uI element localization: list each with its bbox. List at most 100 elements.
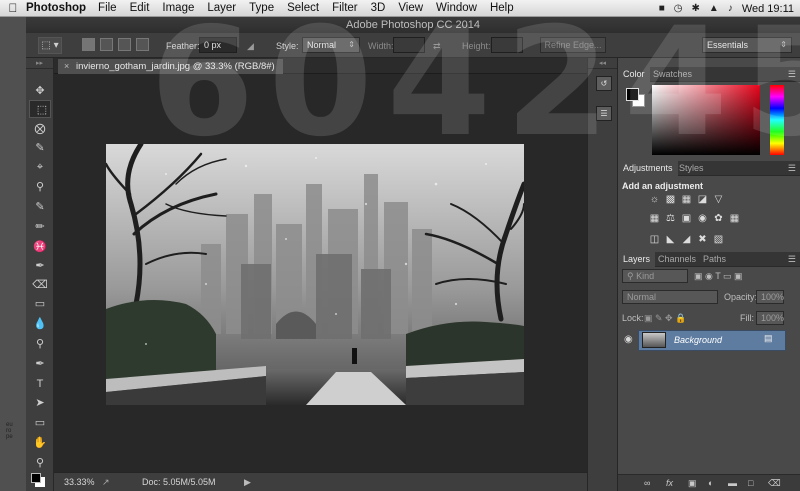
- exposure-icon[interactable]: ◪: [696, 194, 709, 206]
- history-panel-icon[interactable]: ↺: [596, 76, 612, 91]
- menu-type[interactable]: Type: [249, 2, 274, 14]
- tab-swatches[interactable]: Swatches: [648, 67, 697, 82]
- new-adjustment-icon[interactable]: ◐: [708, 478, 713, 488]
- clone-stamp-tool-icon[interactable]: ♓: [29, 238, 51, 256]
- fill-field[interactable]: 100%: [756, 311, 784, 325]
- layer-row[interactable]: ◉ Background ▤: [618, 330, 800, 351]
- chevron-right-icon[interactable]: ▶: [244, 477, 251, 488]
- eye-icon[interactable]: ◉: [624, 334, 633, 345]
- layer-filter-select[interactable]: ⚲ Kind: [622, 269, 688, 283]
- black-white-icon[interactable]: ▣: [680, 213, 693, 225]
- menu-help[interactable]: Help: [490, 2, 514, 14]
- panel-grip[interactable]: ◂◂: [588, 58, 617, 69]
- menu-edit[interactable]: Edit: [130, 2, 150, 14]
- tab-adjustments[interactable]: Adjustments: [618, 161, 678, 176]
- channel-mixer-icon[interactable]: ✿: [712, 213, 725, 225]
- color-spectrum[interactable]: [652, 85, 760, 155]
- volume-icon[interactable]: ♪: [728, 3, 733, 14]
- levels-icon[interactable]: ▩: [664, 194, 677, 206]
- quick-select-tool-icon[interactable]: ✎: [29, 139, 51, 157]
- zoom-tool-icon[interactable]: ⚲: [29, 454, 51, 472]
- eraser-tool-icon[interactable]: ⌫: [29, 276, 51, 294]
- refine-edge-button[interactable]: Refine Edge...: [540, 37, 606, 53]
- layer-mask-icon[interactable]: ▣: [688, 478, 697, 489]
- threshold-icon[interactable]: ◢: [680, 234, 693, 246]
- lock-icons[interactable]: ▣ ✎ ✥ 🔒: [644, 310, 686, 326]
- color-lookup-icon[interactable]: ▦: [728, 213, 741, 225]
- tab-channels[interactable]: Channels: [653, 252, 701, 267]
- hand-tool-icon[interactable]: ✋: [29, 434, 51, 452]
- swap-icon[interactable]: ⇄: [433, 41, 441, 52]
- zoom-level[interactable]: 33.33%: [64, 477, 95, 487]
- menu-image[interactable]: Image: [162, 2, 194, 14]
- canvas-area[interactable]: [54, 74, 587, 472]
- properties-panel-icon[interactable]: ☰: [596, 106, 612, 121]
- blend-mode-select[interactable]: Normal: [622, 290, 718, 304]
- lasso-tool-icon[interactable]: ⨂: [29, 120, 51, 138]
- document-image[interactable]: [106, 144, 524, 405]
- rectangle-tool-icon[interactable]: ▭: [29, 414, 51, 432]
- feather-field[interactable]: 0 px: [199, 37, 237, 53]
- subtract-selection-icon[interactable]: [118, 38, 131, 51]
- document-tab[interactable]: × invierno_gotham_jardin.jpg @ 33.3% (RG…: [58, 59, 283, 74]
- workspace-select[interactable]: Essentials ⇕: [702, 37, 792, 53]
- new-layer-icon[interactable]: □: [748, 478, 753, 488]
- delete-layer-icon[interactable]: ⌫: [768, 478, 781, 489]
- panel-menu-icon[interactable]: ☰: [788, 161, 796, 175]
- crop-tool-icon[interactable]: ⌖: [29, 158, 51, 176]
- invert-icon[interactable]: ◫: [648, 234, 661, 246]
- menu-filter[interactable]: Filter: [332, 2, 358, 14]
- menu-3d[interactable]: 3D: [371, 2, 386, 14]
- tab-styles[interactable]: Styles: [674, 161, 709, 176]
- vibrance-icon[interactable]: ▽: [712, 194, 725, 206]
- photo-filter-icon[interactable]: ◉: [696, 213, 709, 225]
- menu-window[interactable]: Window: [436, 2, 477, 14]
- menu-file[interactable]: File: [98, 2, 117, 14]
- new-selection-icon[interactable]: [82, 38, 95, 51]
- panel-menu-icon[interactable]: ☰: [788, 252, 796, 266]
- pen-tool-icon[interactable]: ✒: [29, 355, 51, 373]
- link-layers-icon[interactable]: ∞: [644, 478, 650, 488]
- tab-color[interactable]: Color: [618, 67, 650, 82]
- brush-tool-icon[interactable]: ✏: [29, 218, 51, 236]
- eyedropper-tool-icon[interactable]: ⚲: [29, 178, 51, 196]
- time-machine-icon[interactable]: ◷: [674, 3, 683, 14]
- add-selection-icon[interactable]: [100, 38, 113, 51]
- layer-name[interactable]: Background: [674, 335, 722, 345]
- menu-layer[interactable]: Layer: [207, 2, 236, 14]
- type-tool-icon[interactable]: T: [29, 375, 51, 393]
- layer-style-icon[interactable]: fx: [666, 478, 673, 488]
- apple-icon[interactable]: : [0, 1, 26, 15]
- marquee-tool-icon[interactable]: ⬚: [29, 100, 51, 118]
- menu-clock[interactable]: Wed 19:11: [742, 3, 794, 15]
- dodge-tool-icon[interactable]: ⚲: [29, 335, 51, 353]
- tab-layers[interactable]: Layers: [618, 252, 656, 267]
- color-balance-icon[interactable]: ⚖: [664, 213, 677, 225]
- wifi-icon[interactable]: ▲: [709, 3, 719, 14]
- gradient-map-icon[interactable]: ▧: [712, 234, 725, 246]
- marquee-preset-icon[interactable]: ⬚ ▾: [38, 37, 62, 54]
- hue-saturation-icon[interactable]: ▦: [648, 213, 661, 225]
- posterize-icon[interactable]: ◣: [664, 234, 677, 246]
- layer-filter-icons[interactable]: ▣ ◉ T ▭ ▣: [694, 268, 743, 284]
- folder-icon[interactable]: ■: [659, 3, 665, 14]
- gradient-tool-icon[interactable]: ▭: [29, 295, 51, 313]
- height-field[interactable]: [491, 37, 523, 53]
- width-field[interactable]: [393, 37, 425, 53]
- blur-tool-icon[interactable]: 💧: [29, 315, 51, 333]
- foreground-color-swatch[interactable]: [626, 88, 639, 101]
- healing-brush-tool-icon[interactable]: ✎: [29, 198, 51, 216]
- path-selection-tool-icon[interactable]: ➤: [29, 394, 51, 412]
- panel-grip[interactable]: ▸▸: [26, 58, 53, 69]
- intersect-selection-icon[interactable]: [136, 38, 149, 51]
- foreground-background-swatch[interactable]: [31, 473, 41, 483]
- app-menu[interactable]: Photoshop: [26, 2, 86, 14]
- panel-menu-icon[interactable]: ☰: [788, 67, 796, 81]
- close-icon[interactable]: ×: [64, 59, 69, 74]
- style-select[interactable]: Normal ⇕: [302, 37, 360, 53]
- bluetooth-icon[interactable]: ✱: [692, 3, 700, 14]
- menu-select[interactable]: Select: [287, 2, 319, 14]
- share-icon[interactable]: ↗: [102, 477, 110, 488]
- new-group-icon[interactable]: ▬: [728, 478, 737, 488]
- tab-paths[interactable]: Paths: [698, 252, 731, 267]
